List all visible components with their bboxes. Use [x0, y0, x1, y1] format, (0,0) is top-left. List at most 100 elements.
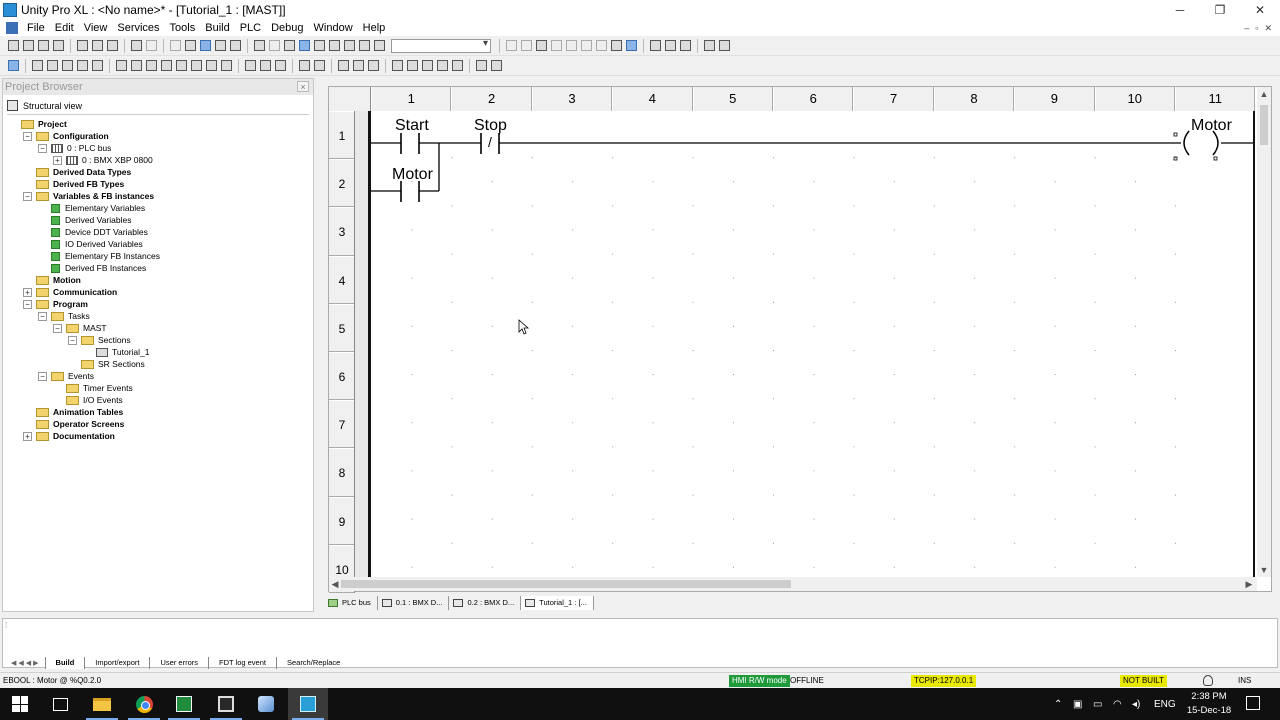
tree-item-tasks[interactable]: Tasks: [51, 310, 90, 322]
doc-tab-2[interactable]: 0.1 : BMX D...: [378, 596, 450, 610]
tray-battery-icon[interactable]: ▭: [1093, 688, 1102, 720]
maximize-button[interactable]: ❐: [1200, 0, 1240, 20]
reset-coil-icon[interactable]: [161, 60, 172, 71]
tree-expander[interactable]: −: [38, 371, 47, 381]
link-fill-icon[interactable]: [275, 60, 286, 71]
unity-pro-app-icon[interactable]: [3, 3, 17, 17]
mdi-restore-button[interactable]: ▫: [1255, 20, 1258, 36]
tree-expander[interactable]: −: [38, 143, 47, 153]
positive-coil-icon[interactable]: [176, 60, 187, 71]
taskbar-unity-pro[interactable]: [288, 688, 328, 720]
select-pointer-icon[interactable]: [8, 60, 19, 71]
tree-item-events[interactable]: Events: [51, 370, 94, 382]
menu-edit[interactable]: Edit: [50, 20, 79, 36]
coil-icon[interactable]: [116, 60, 127, 71]
minimize-button[interactable]: ─: [1160, 0, 1200, 20]
tray-volume-icon[interactable]: ◂): [1132, 688, 1140, 720]
horizontal-scrollbar[interactable]: ◀ ▶: [329, 577, 1257, 591]
project-browser-close-button[interactable]: ×: [297, 81, 309, 92]
window-cascade-icon[interactable]: [329, 40, 340, 51]
transfer-icon[interactable]: [359, 40, 370, 51]
menu-build[interactable]: Build: [200, 20, 234, 36]
layout-icon[interactable]: [299, 40, 310, 51]
output-tab-build[interactable]: Build: [44, 657, 85, 669]
taskbar-chrome[interactable]: [124, 688, 164, 720]
return-icon[interactable]: [368, 60, 379, 71]
tree-item-derived-data-types[interactable]: Derived Data Types: [36, 166, 131, 178]
tree-item-0-bmx-xbp-0800[interactable]: 0 : BMX XBP 0800: [66, 154, 153, 166]
halt-coil-icon[interactable]: [206, 60, 217, 71]
tree-expander[interactable]: +: [23, 287, 32, 297]
tray-chevron-icon[interactable]: ⌃: [1054, 688, 1062, 720]
animation-icon[interactable]: [536, 40, 547, 51]
structural-view-tab[interactable]: Structural view: [7, 97, 309, 115]
tree-item-timer-events[interactable]: Timer Events: [66, 382, 133, 394]
tree-expander[interactable]: +: [53, 155, 62, 165]
menu-debug[interactable]: Debug: [266, 20, 308, 36]
step-over-icon[interactable]: [581, 40, 592, 51]
vertical-link-icon[interactable]: [260, 60, 271, 71]
start-contact-label[interactable]: Start: [395, 117, 429, 135]
tree-expander[interactable]: −: [23, 131, 32, 141]
tree-item-0-plc-bus[interactable]: 0 : PLC bus: [51, 142, 111, 154]
find-icon[interactable]: [185, 40, 196, 51]
variable-edit-icon[interactable]: [491, 60, 502, 71]
tree-item-sr-sections[interactable]: SR Sections: [81, 358, 145, 370]
step-out-icon[interactable]: [596, 40, 607, 51]
output-window-grip[interactable]: ⁞: [5, 621, 13, 631]
scroll-left-arrow[interactable]: ◀: [329, 577, 341, 591]
data-selection-icon[interactable]: [314, 60, 325, 71]
tree-item-communication[interactable]: Communication: [36, 286, 117, 298]
tree-expander[interactable]: +: [23, 431, 32, 441]
init-animation-icon[interactable]: [476, 60, 487, 71]
menu-services[interactable]: Services: [112, 20, 164, 36]
menu-help[interactable]: Help: [358, 20, 391, 36]
tree-item-derived-variables[interactable]: Derived Variables: [51, 214, 131, 226]
watchpoint-icon[interactable]: [611, 40, 622, 51]
output-tab-fdt-log-event[interactable]: FDT log event: [208, 657, 276, 669]
help-icon[interactable]: [704, 40, 715, 51]
mixed-display-icon[interactable]: [437, 60, 448, 71]
taskbar-app-wave[interactable]: [246, 688, 286, 720]
tree-item-project[interactable]: Project: [21, 118, 67, 130]
tree-item-derived-fb-instances[interactable]: Derived FB Instances: [51, 262, 146, 274]
output-tab-user-errors[interactable]: User errors: [149, 657, 208, 669]
label-icon[interactable]: [353, 60, 364, 71]
menu-window[interactable]: Window: [309, 20, 358, 36]
tree-item-device-ddt-variables[interactable]: Device DDT Variables: [51, 226, 148, 238]
build-changes-icon[interactable]: [284, 40, 295, 51]
tree-item-tutorial-1[interactable]: Tutorial_1: [96, 346, 149, 358]
tree-item-animation-tables[interactable]: Animation Tables: [36, 406, 123, 418]
negative-coil-icon[interactable]: [191, 60, 202, 71]
arrange-icon[interactable]: [680, 40, 691, 51]
start-button[interactable]: [0, 688, 40, 720]
menu-tools[interactable]: Tools: [165, 20, 201, 36]
tree-item-derived-fb-types[interactable]: Derived FB Types: [36, 178, 124, 190]
tree-expander[interactable]: −: [23, 191, 32, 201]
tree-item-documentation[interactable]: Documentation: [36, 430, 115, 442]
tree-item-motion[interactable]: Motion: [36, 274, 81, 286]
tree-expander[interactable]: −: [38, 311, 47, 321]
tree-expander[interactable]: −: [23, 299, 32, 309]
positive-transition-contact-icon[interactable]: [62, 60, 73, 71]
tile-vertical-icon[interactable]: [665, 40, 676, 51]
analyze-icon[interactable]: [254, 40, 265, 51]
tree-expander[interactable]: −: [53, 323, 62, 333]
doc-tab-3[interactable]: 0.2 : BMX D...: [449, 596, 522, 610]
mdi-close-button[interactable]: ✕: [1264, 20, 1272, 36]
browser-icon[interactable]: [626, 40, 637, 51]
tree-item-elementary-fb-instances[interactable]: Elementary FB Instances: [51, 250, 160, 262]
tree-item-elementary-variables[interactable]: Elementary Variables: [51, 202, 145, 214]
cut-icon[interactable]: [92, 40, 103, 51]
breakpoint-icon[interactable]: [551, 40, 562, 51]
new-project-icon[interactable]: [8, 40, 19, 51]
tray-network-icon[interactable]: ◠: [1113, 688, 1122, 720]
undo-icon[interactable]: [131, 40, 142, 51]
window-tile-icon[interactable]: [314, 40, 325, 51]
negative-transition-contact-icon[interactable]: [77, 60, 88, 71]
doc-tab-4[interactable]: Tutorial_1 : [...: [521, 596, 594, 610]
copy-icon[interactable]: [77, 40, 88, 51]
tree-item-sections[interactable]: Sections: [81, 334, 131, 346]
binoculars-icon[interactable]: [374, 40, 385, 51]
scroll-down-arrow[interactable]: ▼: [1257, 563, 1271, 577]
